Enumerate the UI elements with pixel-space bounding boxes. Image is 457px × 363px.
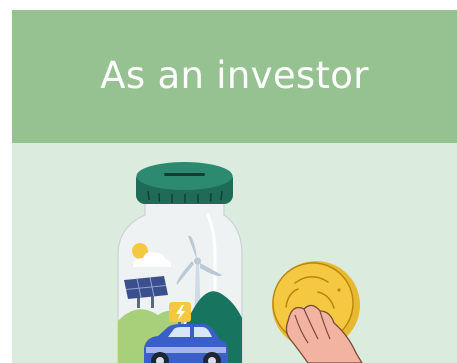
coin-slot [164, 173, 205, 176]
jar-lid [136, 162, 233, 204]
savings-jar-icon [117, 162, 243, 363]
card-title: As an investor [100, 54, 369, 97]
card-header: As an investor [12, 10, 457, 143]
investor-illustration [12, 143, 457, 363]
illustration-canvas [117, 162, 363, 363]
investor-card[interactable]: As an investor [12, 10, 457, 363]
